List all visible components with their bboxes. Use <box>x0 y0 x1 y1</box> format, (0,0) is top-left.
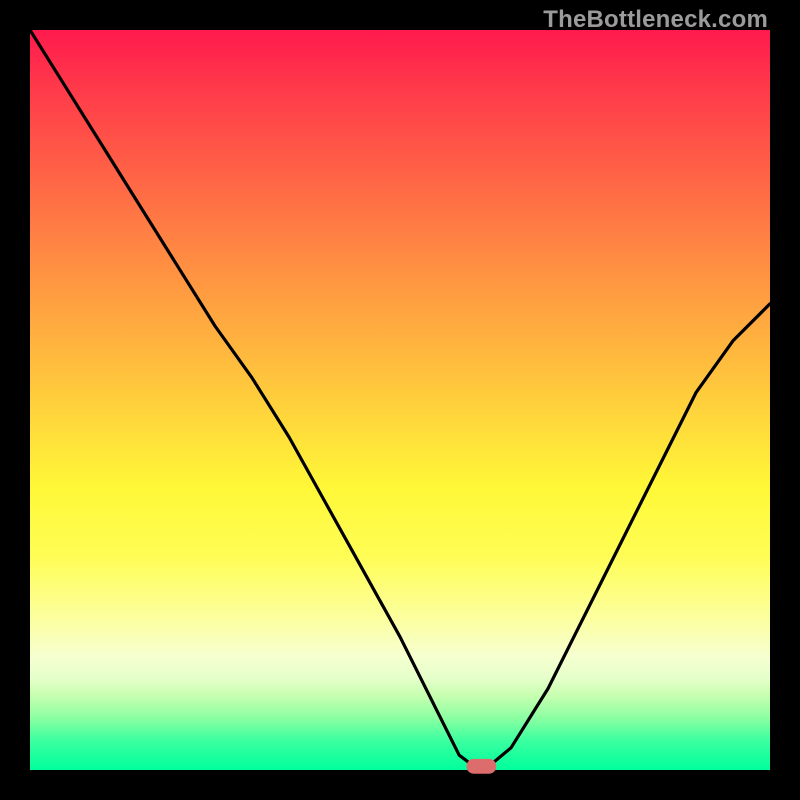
bottleneck-curve <box>30 30 770 766</box>
chart-stage: TheBottleneck.com <box>0 0 800 800</box>
chart-svg <box>30 30 770 770</box>
plot-area <box>30 30 770 770</box>
watermark-text: TheBottleneck.com <box>543 6 768 34</box>
optimum-marker <box>467 759 497 774</box>
